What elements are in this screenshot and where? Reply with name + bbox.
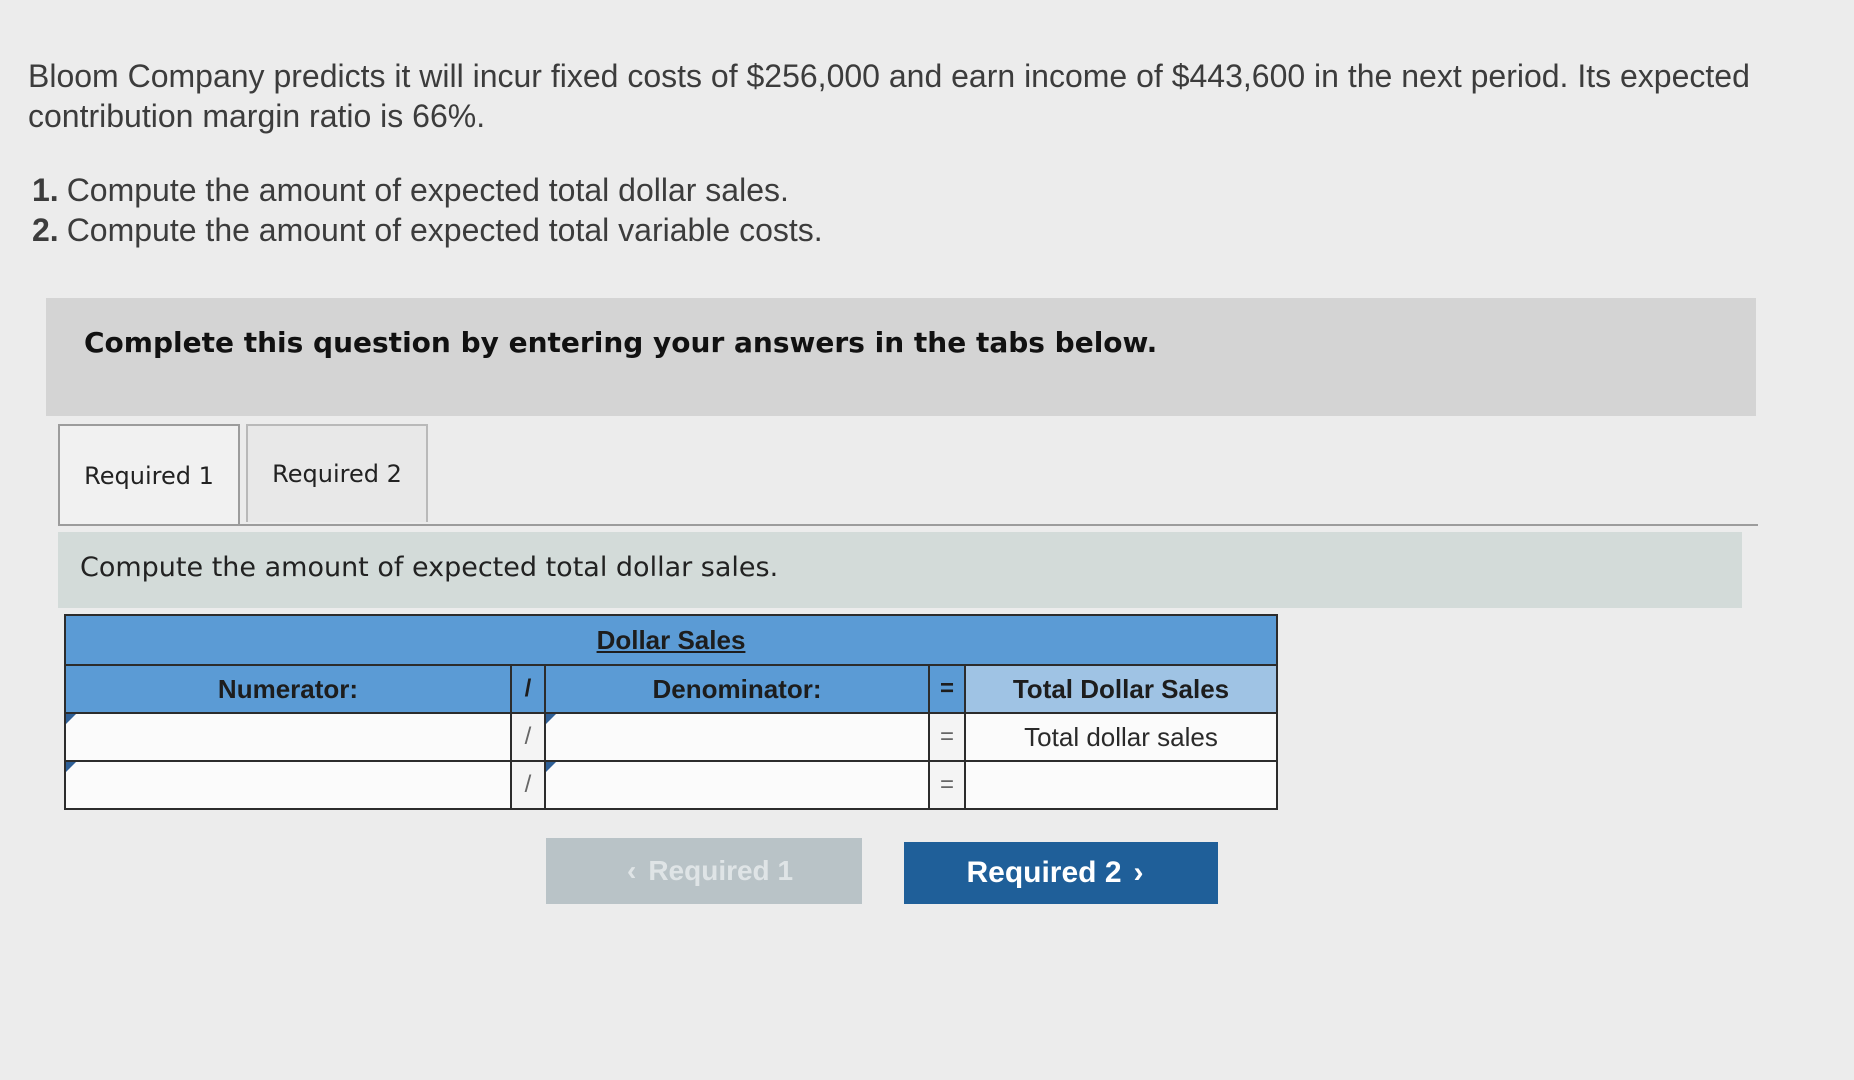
chevron-right-icon: › <box>1133 856 1144 889</box>
divide-header: / <box>510 664 546 714</box>
denominator-input[interactable] <box>546 762 928 808</box>
denominator-header: Denominator: <box>544 664 930 714</box>
numerator-cell <box>64 712 512 762</box>
result-label: Total dollar sales <box>964 712 1278 762</box>
denominator-cell <box>544 712 930 762</box>
chevron-left-icon: ‹ <box>626 855 637 886</box>
result-header: Total Dollar Sales <box>964 664 1278 714</box>
equals-sign: = <box>928 760 966 810</box>
tab-bar: Required 1 Required 2 <box>58 424 434 526</box>
tab-required-1[interactable]: Required 1 <box>58 424 240 526</box>
numerator-header: Numerator: <box>64 664 512 714</box>
tab-divider <box>58 524 1758 526</box>
numerator-input[interactable] <box>66 762 510 808</box>
requirements-list: 1. Compute the amount of expected total d… <box>32 170 823 250</box>
requirement-text: Compute the amount of expected total var… <box>66 212 823 248</box>
numerator-cell <box>64 760 512 810</box>
problem-line-2: contribution margin ratio is 66%. <box>28 98 486 134</box>
table-title: Dollar Sales <box>64 614 1278 665</box>
dollar-sales-table: Dollar Sales Numerator: / Denominator: =… <box>64 614 1278 810</box>
table-row: / = <box>64 760 1278 810</box>
problem-statement: Bloom Company predicts it will incur fix… <box>28 56 1808 136</box>
requirement-text: Compute the amount of expected total dol… <box>66 172 789 208</box>
prev-required-button[interactable]: ‹ Required 1 <box>546 838 862 904</box>
table-title-row: Dollar Sales <box>64 614 1278 665</box>
divide-sign: / <box>510 712 546 762</box>
panel-prompt: Compute the amount of expected total dol… <box>58 532 1742 608</box>
table-header-row: Numerator: / Denominator: = Total Dollar… <box>64 664 1278 714</box>
result-value <box>964 760 1278 810</box>
requirement-number: 1. <box>32 172 59 208</box>
instructions-banner: Complete this question by entering your … <box>46 298 1756 416</box>
numerator-input[interactable] <box>66 714 510 760</box>
next-button-label: Required 2 <box>966 856 1122 889</box>
denominator-input[interactable] <box>546 714 928 760</box>
requirement-item: 2. Compute the amount of expected total v… <box>32 210 823 250</box>
tab-required-2[interactable]: Required 2 <box>246 424 428 522</box>
prev-button-label: Required 1 <box>648 855 794 886</box>
problem-line-1: Bloom Company predicts it will incur fix… <box>28 58 1750 94</box>
equals-header: = <box>928 664 966 714</box>
denominator-cell <box>544 760 930 810</box>
divide-sign: / <box>510 760 546 810</box>
equals-sign: = <box>928 712 966 762</box>
requirement-number: 2. <box>32 212 59 248</box>
table-row: / = Total dollar sales <box>64 712 1278 762</box>
requirement-item: 1. Compute the amount of expected total d… <box>32 170 823 210</box>
next-required-button[interactable]: Required 2 › <box>904 842 1218 904</box>
